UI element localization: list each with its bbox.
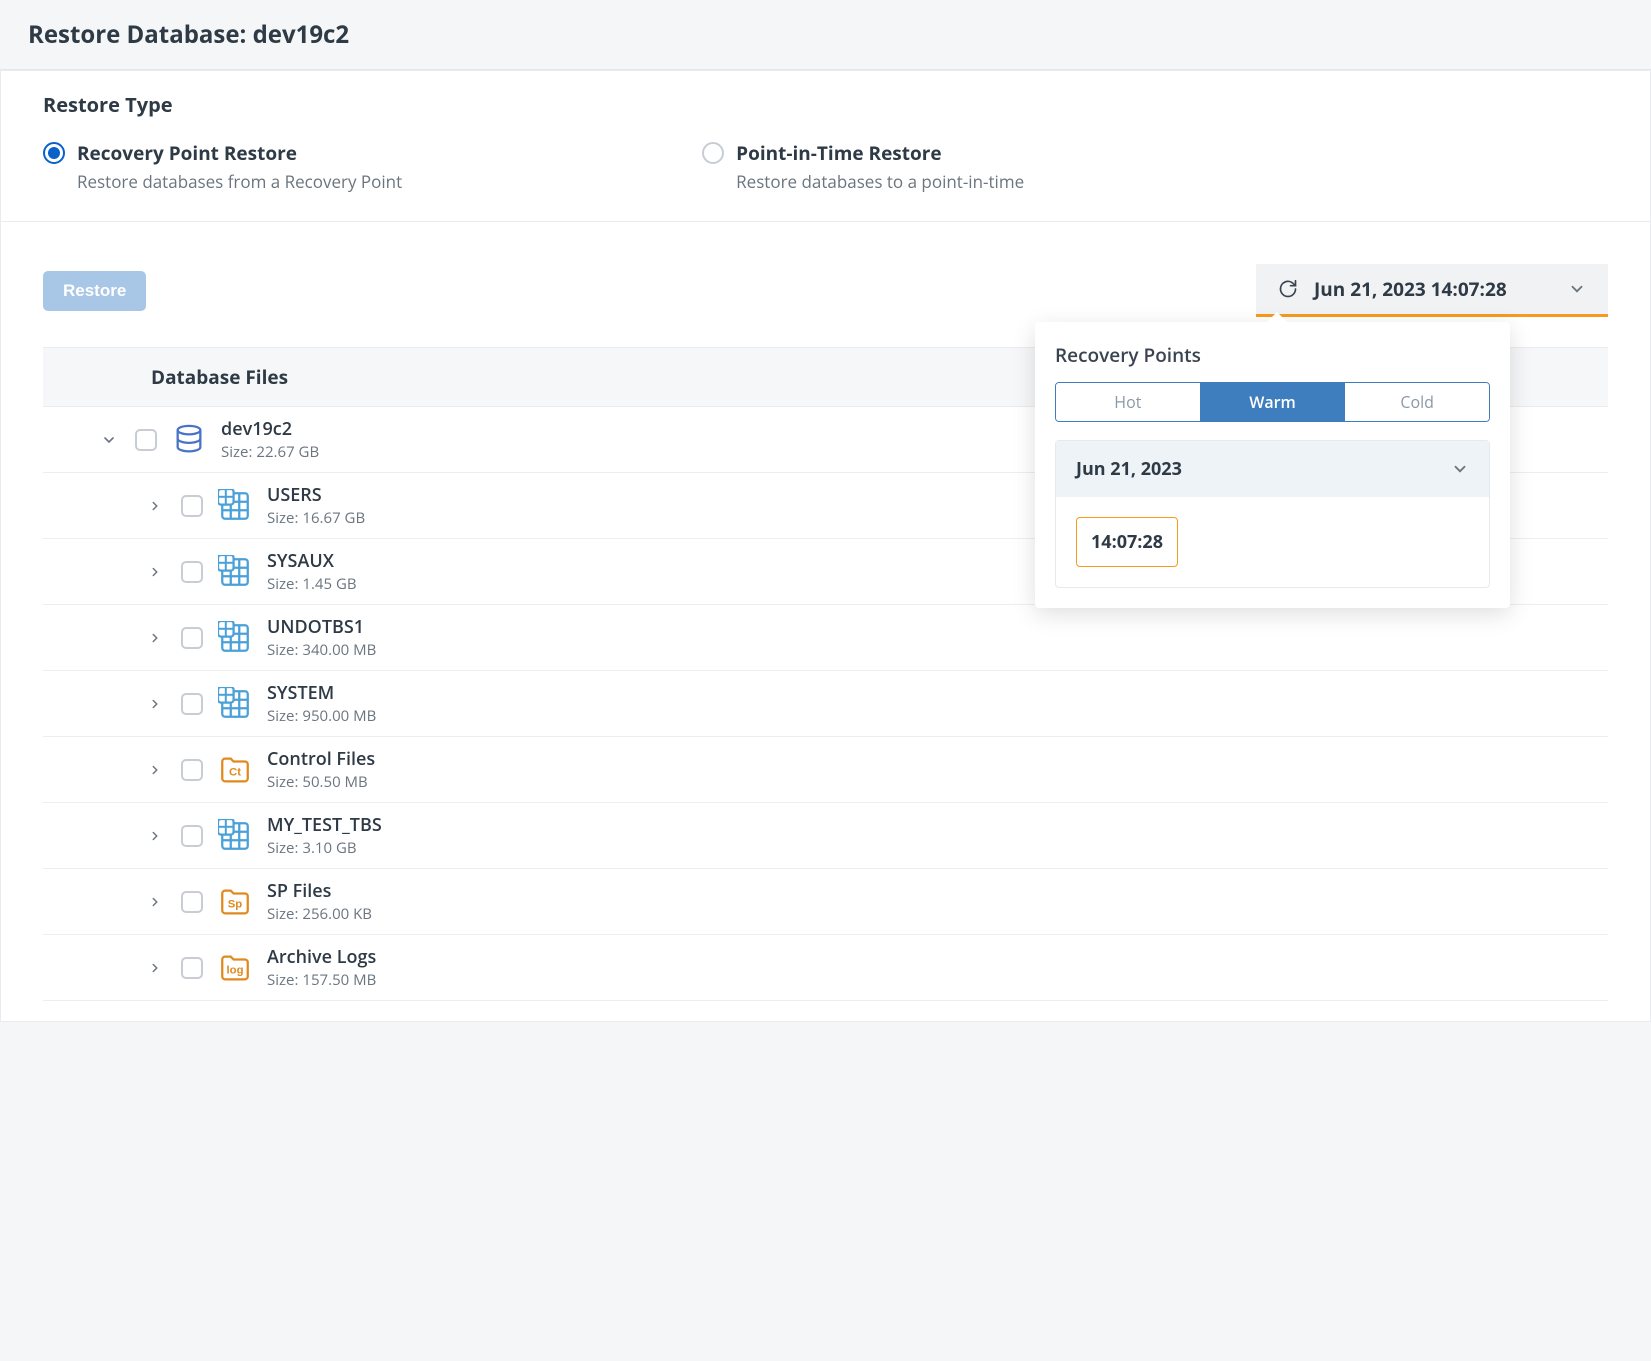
segment-cold[interactable]: Cold	[1344, 383, 1489, 421]
svg-text:Ct: Ct	[229, 766, 241, 778]
time-chip[interactable]: 14:07:28	[1076, 517, 1178, 567]
collapse-toggle[interactable]	[97, 428, 121, 452]
radio-label: Recovery Point Restore	[77, 140, 402, 166]
size-label: Size:	[267, 970, 298, 990]
size-label: Size:	[267, 574, 298, 594]
size-label: Size:	[267, 640, 298, 660]
svg-text:Sp: Sp	[228, 898, 243, 910]
segment-warm[interactable]: Warm	[1200, 383, 1345, 421]
file-size: 157.50 MB	[302, 970, 376, 990]
restore-button[interactable]: Restore	[43, 271, 146, 311]
checkbox[interactable]	[181, 561, 203, 583]
file-row: MY_TEST_TBS Size:3.10 GB	[43, 803, 1608, 869]
checkbox[interactable]	[181, 627, 203, 649]
checkbox[interactable]	[181, 825, 203, 847]
radio-icon	[702, 142, 724, 164]
tablespace-icon	[217, 554, 253, 590]
file-size: 22.67 GB	[256, 442, 319, 462]
checkbox[interactable]	[181, 693, 203, 715]
checkbox[interactable]	[181, 759, 203, 781]
expand-toggle[interactable]	[143, 956, 167, 980]
expand-toggle[interactable]	[143, 494, 167, 518]
restore-type-heading: Restore Type	[43, 91, 1608, 118]
file-size: 50.50 MB	[302, 772, 367, 792]
tablespace-icon	[217, 620, 253, 656]
tablespace-icon	[217, 686, 253, 722]
file-name: SYSAUX	[267, 549, 357, 573]
file-row: log Archive Logs Size:157.50 MB	[43, 935, 1608, 1001]
file-row: Ct Control Files Size:50.50 MB	[43, 737, 1608, 803]
recovery-points-popover: Recovery Points Hot Warm Cold Jun 21, 20…	[1035, 322, 1510, 608]
expand-toggle[interactable]	[143, 560, 167, 584]
file-size: 3.10 GB	[302, 838, 356, 858]
expand-toggle[interactable]	[143, 692, 167, 716]
file-row: UNDOTBS1 Size:340.00 MB	[43, 605, 1608, 671]
tablespace-icon	[217, 818, 253, 854]
recovery-point-value: Jun 21, 2023 14:07:28	[1314, 276, 1507, 302]
file-name: Control Files	[267, 747, 375, 771]
date-group-header[interactable]: Jun 21, 2023	[1056, 441, 1489, 497]
expand-toggle[interactable]	[143, 626, 167, 650]
size-label: Size:	[267, 904, 298, 924]
file-row: Sp SP Files Size:256.00 KB	[43, 869, 1608, 935]
restore-type-point-in-time[interactable]: Point-in-Time Restore Restore databases …	[702, 140, 1024, 193]
radio-icon	[43, 142, 65, 164]
checkbox[interactable]	[181, 495, 203, 517]
restore-type-recovery-point[interactable]: Recovery Point Restore Restore databases…	[43, 140, 402, 193]
file-name: dev19c2	[221, 417, 319, 441]
chevron-down-icon	[1568, 280, 1586, 298]
size-label: Size:	[267, 706, 298, 726]
folder-sp-icon: Sp	[217, 884, 253, 920]
date-group-label: Jun 21, 2023	[1076, 457, 1182, 481]
recovery-point-picker[interactable]: Jun 21, 2023 14:07:28	[1256, 264, 1608, 317]
folder-log-icon: log	[217, 950, 253, 986]
segment-hot[interactable]: Hot	[1056, 383, 1200, 421]
database-icon	[171, 422, 207, 458]
radio-sublabel: Restore databases to a point-in-time	[736, 170, 1024, 193]
file-size: 1.45 GB	[302, 574, 356, 594]
file-size: 340.00 MB	[302, 640, 376, 660]
checkbox[interactable]	[181, 891, 203, 913]
folder-ct-icon: Ct	[217, 752, 253, 788]
svg-text:log: log	[227, 964, 244, 976]
file-row: SYSTEM Size:950.00 MB	[43, 671, 1608, 737]
checkbox[interactable]	[135, 429, 157, 451]
file-name: MY_TEST_TBS	[267, 813, 382, 837]
file-size: 256.00 KB	[302, 904, 372, 924]
file-size: 16.67 GB	[302, 508, 365, 528]
size-label: Size:	[267, 838, 298, 858]
checkbox[interactable]	[181, 957, 203, 979]
file-name: SYSTEM	[267, 681, 376, 705]
file-name: SP Files	[267, 879, 372, 903]
size-label: Size:	[267, 772, 298, 792]
page-title: Restore Database: dev19c2	[28, 18, 1623, 51]
file-name: Archive Logs	[267, 945, 376, 969]
size-label: Size:	[267, 508, 298, 528]
refresh-icon	[1278, 279, 1298, 299]
temperature-segment: Hot Warm Cold	[1055, 382, 1490, 422]
tablespace-icon	[217, 488, 253, 524]
radio-sublabel: Restore databases from a Recovery Point	[77, 170, 402, 193]
file-name: UNDOTBS1	[267, 615, 376, 639]
file-size: 950.00 MB	[302, 706, 376, 726]
radio-label: Point-in-Time Restore	[736, 140, 1024, 166]
size-label: Size:	[221, 442, 252, 462]
expand-toggle[interactable]	[143, 824, 167, 848]
popover-title: Recovery Points	[1055, 342, 1490, 368]
expand-toggle[interactable]	[143, 758, 167, 782]
file-name: USERS	[267, 483, 365, 507]
chevron-down-icon	[1451, 460, 1469, 478]
expand-toggle[interactable]	[143, 890, 167, 914]
